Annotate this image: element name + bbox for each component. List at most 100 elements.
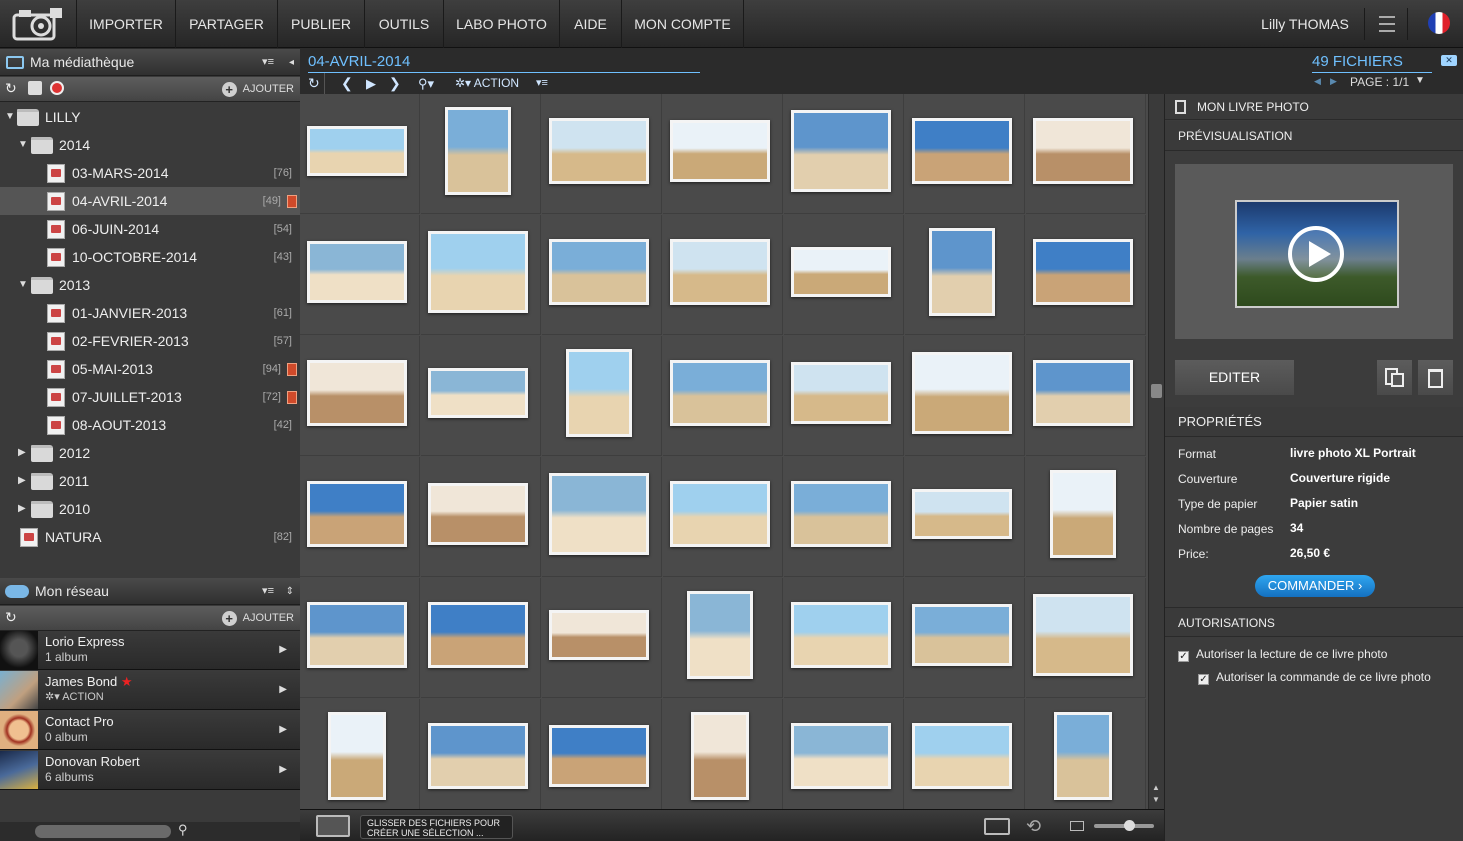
photo-thumbnail[interactable] <box>566 349 632 437</box>
edit-button[interactable]: EDITER <box>1175 360 1294 395</box>
photo-thumbnail[interactable] <box>670 120 770 182</box>
network-search-input[interactable] <box>35 825 171 838</box>
photo-thumbnail[interactable] <box>912 723 1012 789</box>
photo-cell[interactable] <box>1026 336 1146 456</box>
tree-item-album[interactable]: 07-JUILLET-2013 [72] <box>0 383 300 411</box>
chevron-right-icon[interactable]: ▶ <box>279 684 287 695</box>
photo-cell[interactable] <box>905 215 1025 335</box>
triangle-down-icon[interactable]: ▼ <box>18 271 28 299</box>
chevron-left-icon[interactable]: ❮ <box>341 73 353 94</box>
collapse-left-icon[interactable]: ◂ <box>289 49 294 76</box>
photo-thumbnail[interactable] <box>549 725 649 787</box>
filter-icon[interactable]: ▾≡ <box>536 73 548 94</box>
triangle-down-icon[interactable]: ▼ <box>18 131 28 159</box>
scroll-up-icon[interactable]: ▲ <box>1152 783 1160 792</box>
photo-cell[interactable] <box>300 336 420 456</box>
photo-thumbnail[interactable] <box>691 712 749 800</box>
tree-item-album[interactable]: 03-MARS-2014 [76] <box>0 159 300 187</box>
tree-item-2011[interactable]: ▶ 2011 <box>0 467 300 495</box>
network-contact[interactable]: Donovan Robert 6 albums ▶ <box>0 751 300 790</box>
photo-thumbnail[interactable] <box>791 247 891 297</box>
order-button[interactable]: COMMANDER › <box>1255 575 1375 597</box>
tree-item-album[interactable]: 05-MAI-2013 [94] <box>0 355 300 383</box>
photo-thumbnail[interactable] <box>307 241 407 303</box>
photo-cell[interactable] <box>663 699 783 819</box>
refresh-icon[interactable]: ↻ <box>5 80 17 97</box>
chevron-right-icon[interactable]: ▶ <box>279 764 287 775</box>
photo-thumbnail[interactable] <box>1033 360 1133 426</box>
photo-thumbnail[interactable] <box>549 473 649 555</box>
photo-cell[interactable] <box>905 336 1025 456</box>
photo-thumbnail[interactable] <box>428 723 528 789</box>
menu-aide[interactable]: AIDE <box>560 0 622 48</box>
network-filter-icon[interactable]: ▾≡ <box>262 578 274 605</box>
photo-thumbnail[interactable] <box>670 481 770 547</box>
photo-cell[interactable] <box>542 699 662 819</box>
photo-cell[interactable] <box>1026 578 1146 698</box>
download-icon[interactable] <box>984 818 1010 835</box>
photo-thumbnail[interactable] <box>791 362 891 424</box>
play-icon[interactable] <box>1288 226 1344 282</box>
photo-thumbnail[interactable] <box>912 352 1012 434</box>
chevron-right-icon[interactable]: ▶ <box>279 644 287 655</box>
photo-cell[interactable] <box>542 336 662 456</box>
photo-cell[interactable] <box>905 699 1025 819</box>
photo-thumbnail[interactable] <box>1033 118 1133 184</box>
photo-cell[interactable] <box>663 94 783 214</box>
checkbox-icon[interactable]: ✓ <box>1198 674 1209 685</box>
triangle-right-icon[interactable]: ▶ <box>18 439 26 467</box>
scrollbar-thumb[interactable] <box>1151 384 1162 398</box>
photo-cell[interactable] <box>663 215 783 335</box>
language-flag-icon[interactable] <box>1428 12 1450 34</box>
photo-cell[interactable] <box>663 336 783 456</box>
triangle-right-icon[interactable]: ▶ <box>18 495 26 523</box>
photo-cell[interactable] <box>300 457 420 577</box>
action-menu[interactable]: ✲▾ ACTION <box>455 73 519 94</box>
photo-cell[interactable] <box>784 94 904 214</box>
refresh-icon[interactable]: ↻ <box>308 73 320 94</box>
photo-cell[interactable] <box>421 215 541 335</box>
photo-thumbnail[interactable] <box>428 368 528 418</box>
tree-item-album[interactable]: 08-AOUT-2013 [42] <box>0 411 300 439</box>
photo-cell[interactable] <box>300 699 420 819</box>
duplicate-button[interactable] <box>1377 360 1412 395</box>
tree-item-2013[interactable]: ▼ 2013 <box>0 271 300 299</box>
photo-thumbnail[interactable] <box>1033 239 1133 305</box>
triangle-down-icon[interactable]: ▼ <box>5 103 15 131</box>
photo-cell[interactable] <box>784 578 904 698</box>
photo-cell[interactable] <box>421 578 541 698</box>
home-icon[interactable] <box>28 81 42 95</box>
photo-cell[interactable] <box>1026 94 1146 214</box>
network-contact[interactable]: Lorio Express 1 album ▶ <box>0 631 300 670</box>
app-logo[interactable] <box>10 5 66 43</box>
photo-thumbnail[interactable] <box>307 126 407 176</box>
triangle-right-icon[interactable]: ▶ <box>18 467 26 495</box>
photo-thumbnail[interactable] <box>791 481 891 547</box>
photo-thumbnail[interactable] <box>670 360 770 426</box>
hamburger-menu-icon[interactable] <box>1364 8 1408 40</box>
photo-thumbnail[interactable] <box>428 602 528 668</box>
page-prev-icon[interactable]: ◀ <box>1314 76 1321 87</box>
tree-item-2014[interactable]: ▼ 2014 <box>0 131 300 159</box>
photo-thumbnail[interactable] <box>1054 712 1112 800</box>
photo-thumbnail[interactable] <box>791 110 891 192</box>
vertical-scrollbar[interactable]: ▲ ▼ <box>1148 94 1164 809</box>
scroll-down-icon[interactable]: ▼ <box>1152 795 1160 804</box>
network-contact[interactable]: Contact Pro 0 album ▶ <box>0 711 300 750</box>
library-add-button[interactable]: + AJOUTER <box>221 81 294 98</box>
photo-thumbnail[interactable] <box>428 483 528 545</box>
photo-thumbnail[interactable] <box>687 591 753 679</box>
photo-cell[interactable] <box>784 457 904 577</box>
photo-cell[interactable] <box>421 336 541 456</box>
permission-order-checkbox[interactable]: ✓ Autoriser la commande de ce livre photo <box>1198 670 1431 685</box>
photo-thumbnail[interactable] <box>912 604 1012 666</box>
photo-cell[interactable] <box>421 699 541 819</box>
photo-thumbnail[interactable] <box>307 360 407 426</box>
photo-thumbnail[interactable] <box>549 239 649 305</box>
menu-partager[interactable]: PARTAGER <box>176 0 278 48</box>
refresh-icon[interactable]: ↻ <box>5 609 17 626</box>
menu-mon-compte[interactable]: MON COMPTE <box>622 0 744 48</box>
photo-cell[interactable] <box>421 94 541 214</box>
library-filter-icon[interactable]: ▾≡ <box>262 49 274 76</box>
tree-item-album[interactable]: 06-JUIN-2014 [54] <box>0 215 300 243</box>
